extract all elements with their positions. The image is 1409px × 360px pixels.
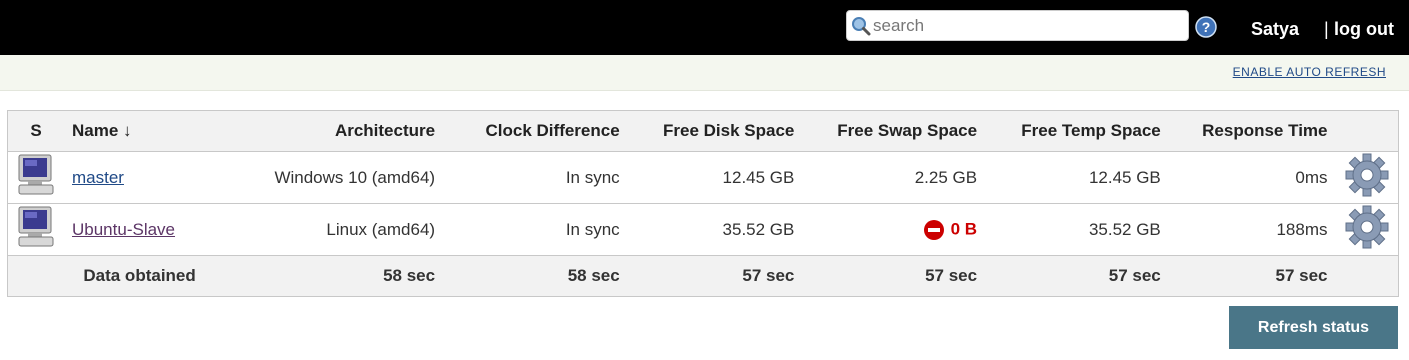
footer-temp: 57 sec <box>985 255 1169 297</box>
enable-auto-refresh-link[interactable]: ENABLE AUTO REFRESH <box>1233 65 1386 79</box>
column-name[interactable]: Name ↓ <box>64 110 204 152</box>
swap-warning-value: 0 B <box>950 218 978 238</box>
computer-icon <box>18 154 54 195</box>
column-actions <box>1335 110 1399 152</box>
response-cell: 188ms <box>1168 203 1336 256</box>
configure-cell <box>1335 203 1399 256</box>
footer-disk: 57 sec <box>627 255 803 297</box>
node-link-ubuntu-slave[interactable]: Ubuntu-Slave <box>72 220 175 239</box>
status-cell <box>7 203 64 256</box>
architecture-cell: Linux (amd64) <box>203 203 444 256</box>
name-cell: Ubuntu-Slave <box>64 203 204 256</box>
computer-icon <box>18 206 54 247</box>
response-cell: 0ms <box>1168 151 1336 204</box>
help-icon[interactable]: ? <box>1195 16 1217 38</box>
temp-cell: 12.45 GB <box>985 151 1169 204</box>
footer-architecture: 58 sec <box>203 255 444 297</box>
search-icon <box>852 17 871 36</box>
table-row: master Windows 10 (amd64) In sync 12.45 … <box>7 151 1399 204</box>
nodes-table: S Name ↓ Architecture Clock Difference F… <box>7 110 1399 297</box>
search-input[interactable] <box>873 13 1183 38</box>
gear-icon[interactable] <box>1345 153 1389 197</box>
logout-separator: | <box>1324 19 1329 39</box>
disk-cell: 35.52 GB <box>627 203 803 256</box>
architecture-cell: Windows 10 (amd64) <box>203 151 444 204</box>
column-clock-difference[interactable]: Clock Difference <box>443 110 628 152</box>
column-response-time[interactable]: Response Time <box>1168 110 1336 152</box>
node-link-master[interactable]: master <box>72 168 124 187</box>
footer-empty <box>1335 255 1399 297</box>
swap-cell: 2.25 GB <box>802 151 986 204</box>
status-cell <box>7 151 64 204</box>
table-header-row: S Name ↓ Architecture Clock Difference F… <box>7 110 1399 152</box>
footer-clock: 58 sec <box>443 255 628 297</box>
refresh-status-button[interactable]: Refresh status <box>1229 306 1398 349</box>
column-free-swap-space[interactable]: Free Swap Space <box>802 110 986 152</box>
svg-text:?: ? <box>1202 19 1211 35</box>
gear-icon[interactable] <box>1345 205 1389 249</box>
logout-link[interactable]: log out <box>1334 19 1394 40</box>
configure-cell <box>1335 151 1399 204</box>
search-box[interactable] <box>846 10 1189 41</box>
swap-cell: 0 B <box>802 203 986 256</box>
table-row: Ubuntu-Slave Linux (amd64) In sync 35.52… <box>7 203 1399 256</box>
top-header: ? Satya | log out <box>0 0 1409 55</box>
error-icon <box>923 219 944 240</box>
footer-response: 57 sec <box>1168 255 1336 297</box>
temp-cell: 35.52 GB <box>985 203 1169 256</box>
column-status[interactable]: S <box>7 110 64 152</box>
sub-header-bar: ENABLE AUTO REFRESH <box>0 55 1409 91</box>
disk-cell: 12.45 GB <box>627 151 803 204</box>
data-obtained-row: Data obtained 58 sec 58 sec 57 sec 57 se… <box>7 255 1399 297</box>
name-cell: master <box>64 151 204 204</box>
clock-cell: In sync <box>443 151 628 204</box>
user-link[interactable]: Satya <box>1251 19 1299 40</box>
column-free-disk-space[interactable]: Free Disk Space <box>627 110 803 152</box>
data-obtained-label: Data obtained <box>7 255 204 297</box>
footer-swap: 57 sec <box>802 255 986 297</box>
column-free-temp-space[interactable]: Free Temp Space <box>985 110 1169 152</box>
clock-cell: In sync <box>443 203 628 256</box>
column-architecture[interactable]: Architecture <box>203 110 444 152</box>
